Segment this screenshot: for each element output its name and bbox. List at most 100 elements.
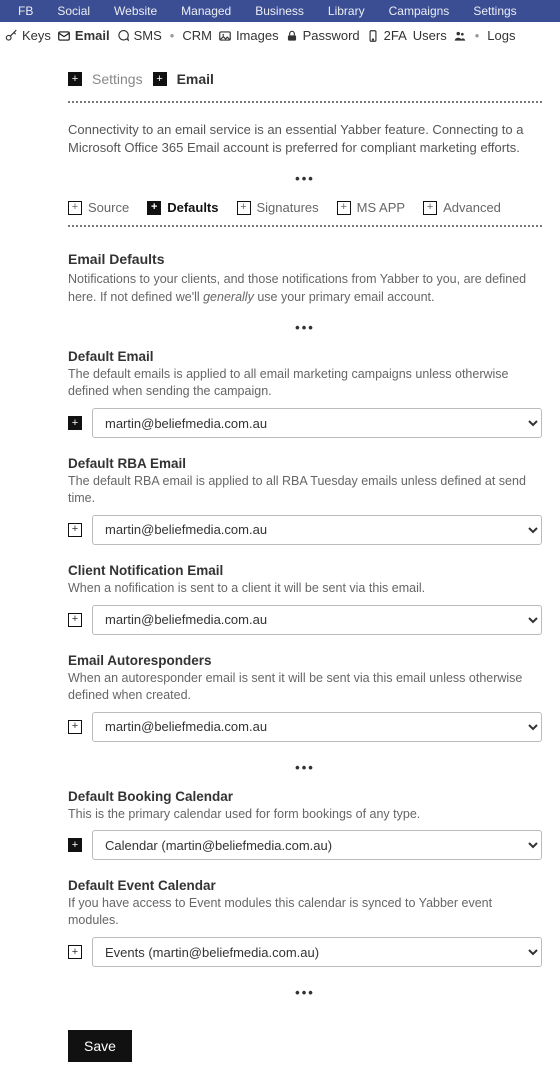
plus-icon[interactable]: +: [68, 523, 82, 537]
field-label: Client Notification Email: [68, 563, 542, 578]
field-default-email: Default Email The default emails is appl…: [68, 349, 542, 438]
plus-icon[interactable]: +: [68, 720, 82, 734]
primary-nav: FB Social Website Managed Business Libra…: [0, 0, 560, 22]
settings-tabs: + Source + Defaults + Signatures + MS APP + A…: [68, 200, 542, 215]
field-desc: The default RBA email is applied to all …: [68, 473, 542, 507]
nav-item[interactable]: Social: [57, 4, 90, 18]
crumb-email: Email: [177, 71, 214, 87]
subnav-label: CRM: [182, 28, 212, 43]
default-booking-calendar-select[interactable]: Calendar (martin@beliefmedia.com.au): [92, 830, 542, 860]
subnav-email[interactable]: Email: [57, 28, 110, 43]
field-label: Default Booking Calendar: [68, 789, 542, 804]
intro-text: Connectivity to an email service is an e…: [68, 121, 542, 157]
field-client-notification-email: Client Notification Email When a nofific…: [68, 563, 542, 635]
separator-dot: •: [170, 28, 175, 43]
section-title: Email Defaults: [68, 251, 542, 267]
field-default-booking-calendar: Default Booking Calendar This is the pri…: [68, 789, 542, 861]
tab-label: Defaults: [167, 200, 218, 215]
plus-icon: +: [337, 201, 351, 215]
subnav-label: SMS: [134, 28, 162, 43]
subnav-2fa[interactable]: 2FA: [366, 28, 407, 43]
plus-icon: +: [68, 201, 82, 215]
subnav-password[interactable]: Password: [285, 28, 360, 43]
subnav-users-icon[interactable]: [453, 29, 467, 43]
subnav-label: Logs: [487, 28, 515, 43]
subnav-keys[interactable]: Keys: [4, 28, 51, 43]
field-default-rba-email: Default RBA Email The default RBA email …: [68, 456, 542, 545]
tab-label: Advanced: [443, 200, 501, 215]
email-autoresponders-select[interactable]: martin@beliefmedia.com.au: [92, 712, 542, 742]
field-email-autoresponders: Email Autoresponders When an autorespond…: [68, 653, 542, 742]
field-desc: If you have access to Event modules this…: [68, 895, 542, 929]
plus-icon[interactable]: +: [153, 72, 167, 86]
nav-item[interactable]: FB: [18, 4, 33, 18]
nav-item[interactable]: Campaigns: [389, 4, 450, 18]
divider-dots: [68, 225, 542, 227]
field-desc: The default emails is applied to all ema…: [68, 366, 542, 400]
tab-signatures[interactable]: + Signatures: [237, 200, 319, 215]
field-label: Email Autoresponders: [68, 653, 542, 668]
subnav-users[interactable]: Users: [413, 28, 447, 43]
ellipsis-divider: •••: [68, 760, 542, 775]
field-desc: This is the primary calendar used for fo…: [68, 806, 542, 823]
mail-icon: [57, 29, 71, 43]
field-label: Default Event Calendar: [68, 878, 542, 893]
subnav-label: Email: [75, 28, 110, 43]
plus-icon: +: [147, 201, 161, 215]
tab-advanced[interactable]: + Advanced: [423, 200, 501, 215]
default-event-calendar-select[interactable]: Events (martin@beliefmedia.com.au): [92, 937, 542, 967]
field-label: Default Email: [68, 349, 542, 364]
crumb-settings[interactable]: Settings: [92, 71, 143, 87]
nav-item[interactable]: Business: [255, 4, 304, 18]
key-icon: [4, 29, 18, 43]
page-content: + Settings + Email Connectivity to an em…: [0, 53, 560, 1092]
nav-item[interactable]: Library: [328, 4, 365, 18]
nav-item[interactable]: Website: [114, 4, 157, 18]
section-description: Notifications to your clients, and those…: [68, 271, 542, 306]
tab-msapp[interactable]: + MS APP: [337, 200, 405, 215]
ellipsis-divider: •••: [68, 985, 542, 1000]
subnav-logs[interactable]: Logs: [487, 28, 515, 43]
subnav-label: Users: [413, 28, 447, 43]
subnav-images[interactable]: Images: [218, 28, 279, 43]
tab-label: Source: [88, 200, 129, 215]
field-default-event-calendar: Default Event Calendar If you have acces…: [68, 878, 542, 967]
nav-item[interactable]: Managed: [181, 4, 231, 18]
default-email-select[interactable]: martin@beliefmedia.com.au: [92, 408, 542, 438]
subnav-label: Images: [236, 28, 279, 43]
plus-icon[interactable]: +: [68, 613, 82, 627]
subnav-label: 2FA: [384, 28, 407, 43]
secondary-nav: Keys Email SMS • CRM Images Password 2FA…: [0, 22, 560, 53]
image-icon: [218, 29, 232, 43]
breadcrumb: + Settings + Email: [68, 53, 542, 97]
plus-icon[interactable]: +: [68, 416, 82, 430]
subnav-label: Password: [303, 28, 360, 43]
field-label: Default RBA Email: [68, 456, 542, 471]
divider-dots: [68, 101, 542, 103]
separator-dot: •: [475, 28, 480, 43]
field-desc: When a nofification is sent to a client …: [68, 580, 542, 597]
subnav-sms[interactable]: SMS: [116, 28, 162, 43]
plus-icon: +: [237, 201, 251, 215]
field-desc: When an autoresponder email is sent it w…: [68, 670, 542, 704]
tab-defaults[interactable]: + Defaults: [147, 200, 218, 215]
client-notification-email-select[interactable]: martin@beliefmedia.com.au: [92, 605, 542, 635]
nav-item[interactable]: Settings: [473, 4, 516, 18]
ellipsis-divider: •••: [68, 171, 542, 186]
tab-source[interactable]: + Source: [68, 200, 129, 215]
ellipsis-divider: •••: [68, 320, 542, 335]
plus-icon[interactable]: +: [68, 72, 82, 86]
subnav-label: Keys: [22, 28, 51, 43]
users-icon: [453, 29, 467, 43]
plus-icon[interactable]: +: [68, 838, 82, 852]
subnav-crm[interactable]: CRM: [182, 28, 212, 43]
tab-label: MS APP: [357, 200, 405, 215]
plus-icon: +: [423, 201, 437, 215]
tab-label: Signatures: [257, 200, 319, 215]
chat-icon: [116, 29, 130, 43]
phone-icon: [366, 29, 380, 43]
save-button[interactable]: Save: [68, 1030, 132, 1062]
default-rba-email-select[interactable]: martin@beliefmedia.com.au: [92, 515, 542, 545]
plus-icon[interactable]: +: [68, 945, 82, 959]
lock-icon: [285, 29, 299, 43]
